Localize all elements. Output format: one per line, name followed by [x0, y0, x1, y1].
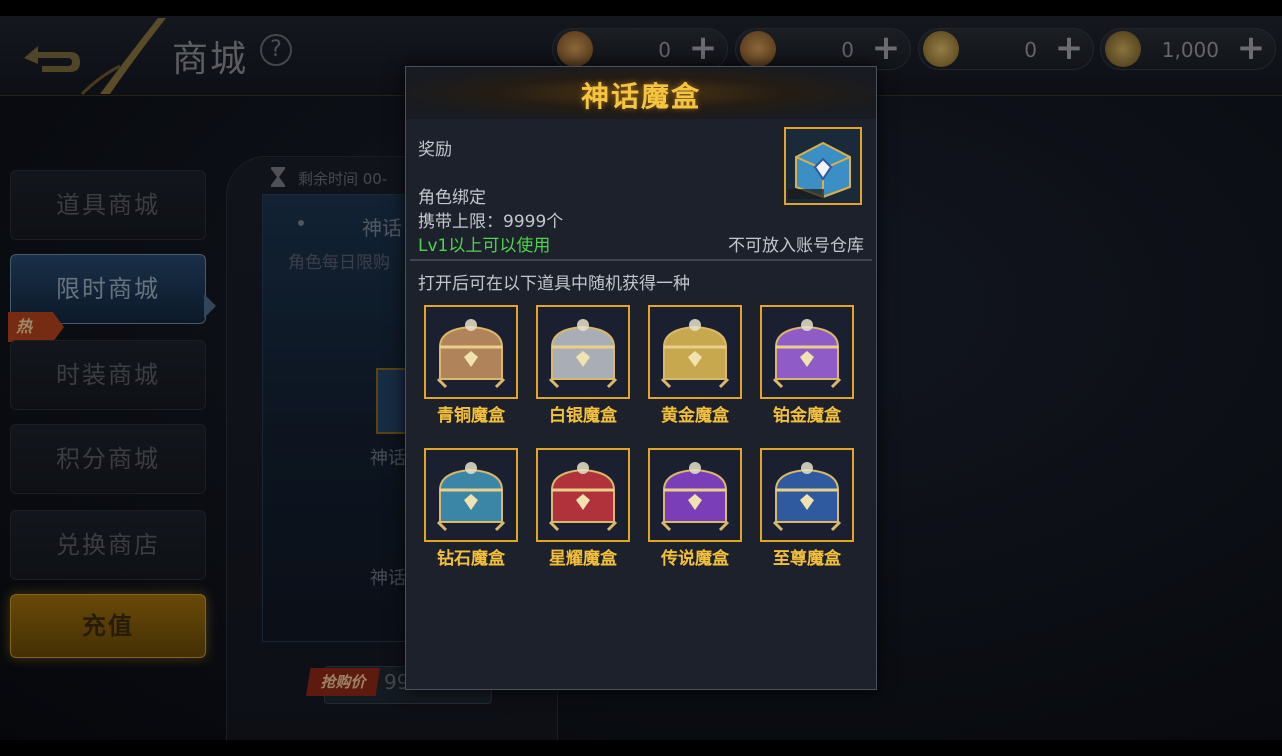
game-screen: 商城 ? 0 + 0 + 0 + 1,000 + 道具商城 限时商城 热 时装商… [0, 16, 1282, 740]
reward-item-diamond[interactable]: 钻石魔盒 [424, 448, 520, 569]
reward-item-label: 星耀魔盒 [549, 549, 617, 569]
reward-item-silver[interactable]: 白银魔盒 [536, 305, 632, 426]
item-detail-popup: 神话魔盒 奖励 角色绑定 携带上限：9999个 Lv1以上可以使用 不可放入账号… [405, 66, 877, 690]
mythic-box-icon [784, 127, 862, 205]
reward-item-label: 钻石魔盒 [437, 549, 505, 569]
reward-item-legend[interactable]: 传说魔盒 [648, 448, 744, 569]
diamond-chest-icon [424, 448, 518, 542]
reward-item-label: 黄金魔盒 [661, 406, 729, 426]
reward-item-label: 传说魔盒 [661, 549, 729, 569]
bronze-chest-icon [424, 305, 518, 399]
popup-title: 神话魔盒 [580, 80, 701, 113]
reward-item-label: 白银魔盒 [549, 406, 617, 426]
reward-item-starlight[interactable]: 星耀魔盒 [536, 448, 632, 569]
storage-restriction: 不可放入账号仓库 [728, 236, 864, 256]
starlight-chest-icon [536, 448, 630, 542]
legend-chest-icon [648, 448, 742, 542]
reward-item-label: 青铜魔盒 [437, 406, 505, 426]
reward-item-label: 铂金魔盒 [773, 406, 841, 426]
reward-item-label: 至尊魔盒 [773, 549, 841, 569]
carry-limit-label: 携带上限：9999个 [418, 212, 564, 232]
silver-chest-icon [536, 305, 630, 399]
platinum-chest-icon [760, 305, 854, 399]
reward-item-bronze[interactable]: 青铜魔盒 [424, 305, 520, 426]
bind-label: 角色绑定 [418, 188, 486, 208]
level-requirement: Lv1以上可以使用 [418, 236, 551, 256]
reward-item-gold[interactable]: 黄金魔盒 [648, 305, 744, 426]
random-reward-description: 打开后可在以下道具中随机获得一种 [418, 274, 690, 294]
reward-item-platinum[interactable]: 铂金魔盒 [760, 305, 856, 426]
reward-item-supreme[interactable]: 至尊魔盒 [760, 448, 856, 569]
gold-chest-icon [648, 305, 742, 399]
divider [410, 259, 872, 261]
reward-label: 奖励 [418, 140, 452, 160]
supreme-chest-icon [760, 448, 854, 542]
